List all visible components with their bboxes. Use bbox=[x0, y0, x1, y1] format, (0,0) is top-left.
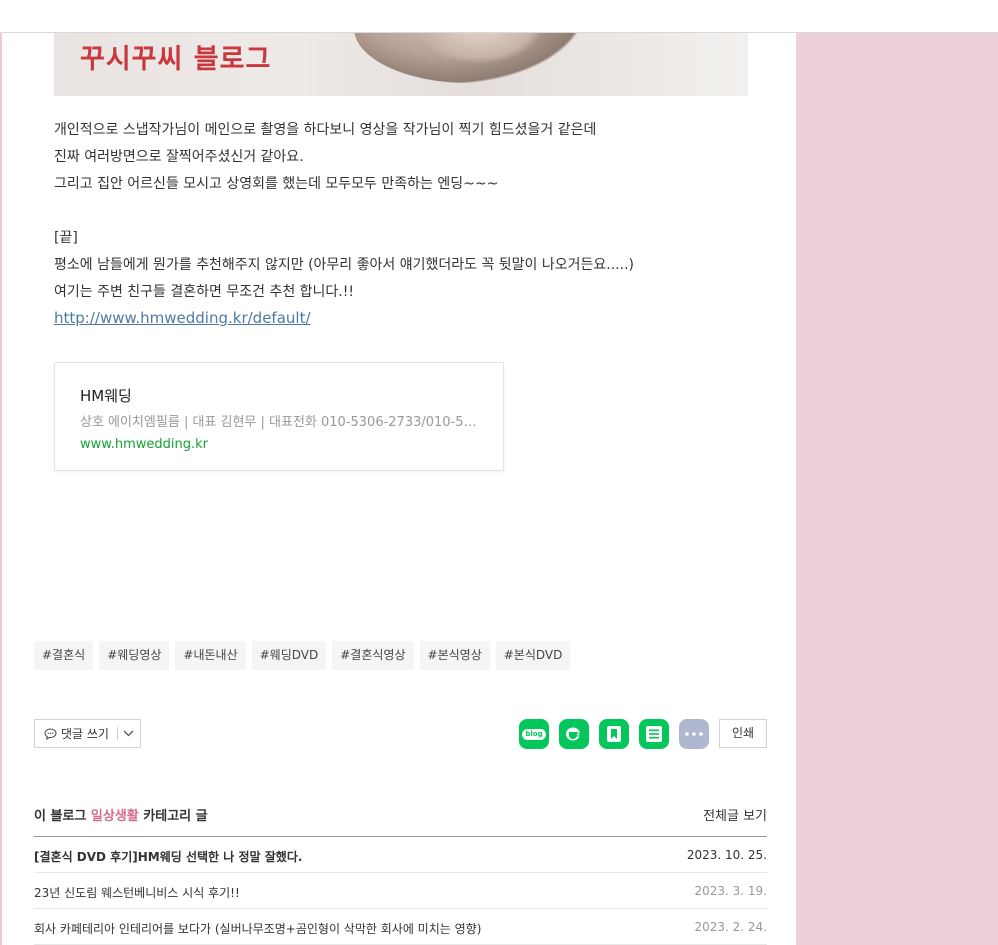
post-line: 진짜 여러방면으로 잘찍어주셨신거 같아요. bbox=[54, 149, 304, 165]
list-icon bbox=[646, 726, 662, 742]
cafe-share-icon[interactable] bbox=[559, 719, 589, 749]
tag-item[interactable]: #웨딩DVD bbox=[251, 641, 327, 670]
related-post-title[interactable]: 23년 신도림 웨스턴베니비스 시식 후기!! bbox=[34, 884, 240, 901]
related-post-title[interactable]: [결혼식 DVD 후기]HM웨딩 선택한 나 정말 잘했다. bbox=[34, 848, 302, 865]
related-post-row[interactable]: 회사 카페테리아 인테리어를 보다가 (실버나무조명+곰인형이 삭막한 회사에 … bbox=[34, 909, 767, 945]
post-line: 개인적으로 스냅작가님이 메인으로 촬영을 하다보니 영상을 작가님이 찍기 힘… bbox=[54, 122, 597, 138]
tag-item[interactable]: #내돈내산 bbox=[175, 641, 246, 670]
post-line: [끝] bbox=[54, 230, 78, 246]
post-line: 평소에 남들에게 뭔가를 추천해주지 않지만 (아무리 좋아서 얘기했더라도 꼭… bbox=[54, 257, 634, 273]
tag-list: #결혼식 #웨딩영상 #내돈내산 #웨딩DVD #결혼식영상 #본식영상 #본식… bbox=[34, 641, 571, 670]
post-line: 여기는 주변 친구들 결혼하면 무조건 추천 합니다.!! bbox=[54, 284, 354, 300]
related-category-link[interactable]: 일상생활 bbox=[91, 809, 139, 824]
print-button[interactable]: 인쇄 bbox=[719, 719, 767, 748]
tag-item[interactable]: #결혼식영상 bbox=[332, 641, 414, 670]
post-content: 꾸시꾸씨 블로그 개인적으로 스냅작가님이 메인으로 촬영을 하다보니 영상을 … bbox=[2, 33, 796, 945]
link-preview-title: HM웨딩 bbox=[80, 387, 132, 405]
cup-icon bbox=[566, 727, 581, 741]
related-posts-title: 이 블로그 일상생활 카테고리 글 bbox=[34, 805, 208, 824]
keep-share-icon[interactable] bbox=[599, 719, 629, 749]
write-comment-label: 댓글 쓰기 bbox=[61, 727, 109, 741]
right-background bbox=[796, 33, 998, 945]
top-bar bbox=[0, 0, 998, 33]
post-line: 그리고 집안 어르신들 모시고 상영회를 했는데 모두모두 만족하는 엔딩~~~ bbox=[54, 176, 499, 192]
post-paragraph-1: 개인적으로 스냅작가님이 메인으로 촬영을 하다보니 영상을 작가님이 찍기 힘… bbox=[54, 117, 596, 198]
tag-item[interactable]: #결혼식 bbox=[34, 641, 94, 670]
related-prefix: 이 블로그 bbox=[34, 809, 87, 824]
related-post-row[interactable]: [결혼식 DVD 후기]HM웨딩 선택한 나 정말 잘했다. 2023. 10.… bbox=[34, 837, 767, 873]
link-preview-description: 상호 에이치엠필름 | 대표 김현무 | 대표전화 010-5306-2733/… bbox=[80, 415, 480, 430]
share-icon-group: blog bbox=[519, 719, 709, 749]
write-comment-button[interactable]: 댓글 쓰기 bbox=[35, 720, 109, 747]
link-preview-card[interactable]: HM웨딩 상호 에이치엠필름 | 대표 김현무 | 대표전화 010-5306-… bbox=[54, 362, 504, 471]
related-post-date: 2023. 10. 25. bbox=[686, 848, 767, 862]
related-post-date: 2023. 3. 19. bbox=[694, 884, 767, 898]
related-posts-header: 이 블로그 일상생활 카테고리 글 전체글 보기 bbox=[34, 803, 767, 837]
blog-share-icon[interactable]: blog bbox=[519, 719, 549, 749]
related-post-row[interactable]: 23년 신도림 웨스턴베니비스 시식 후기!! 2023. 3. 19. bbox=[34, 873, 767, 909]
bookmark-icon bbox=[607, 726, 621, 742]
tag-item[interactable]: #본식영상 bbox=[419, 641, 490, 670]
related-suffix: 카테고리 글 bbox=[143, 809, 208, 824]
tag-item[interactable]: #웨딩영상 bbox=[99, 641, 170, 670]
comment-button-group: 댓글 쓰기 bbox=[34, 719, 141, 748]
comment-expand-toggle[interactable] bbox=[118, 720, 140, 747]
post-external-link[interactable]: http://www.hmwedding.kr/default/ bbox=[54, 306, 311, 330]
chevron-down-icon bbox=[124, 730, 134, 737]
post-paragraph-2: [끝] 평소에 남들에게 뭔가를 추천해주지 않지만 (아무리 좋아서 얘기했더… bbox=[54, 225, 634, 306]
link-preview-url: www.hmwedding.kr bbox=[80, 437, 208, 452]
tag-item[interactable]: #본식DVD bbox=[495, 641, 571, 670]
view-all-posts-link[interactable]: 전체글 보기 bbox=[703, 805, 767, 824]
more-share-icon[interactable] bbox=[679, 719, 709, 749]
banner-watermark-text: 꾸시꾸씨 블로그 bbox=[80, 44, 272, 75]
post-banner-image: 꾸시꾸씨 블로그 bbox=[54, 33, 748, 96]
related-post-title[interactable]: 회사 카페테리아 인테리어를 보다가 (실버나무조명+곰인형이 삭막한 회사에 … bbox=[34, 920, 481, 937]
memo-share-icon[interactable] bbox=[639, 719, 669, 749]
blog-icon-label: blog bbox=[522, 728, 546, 740]
more-dots-icon bbox=[685, 732, 703, 736]
related-post-date: 2023. 2. 24. bbox=[694, 920, 767, 934]
comment-bubble-icon bbox=[44, 727, 57, 740]
